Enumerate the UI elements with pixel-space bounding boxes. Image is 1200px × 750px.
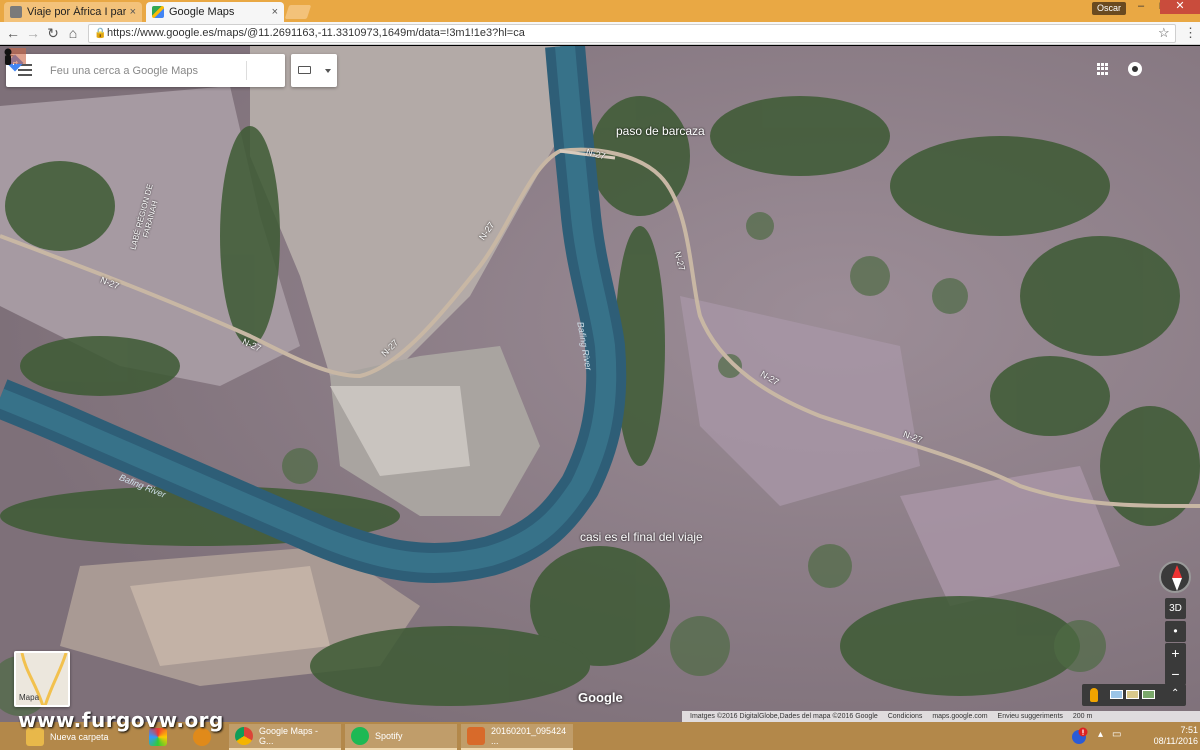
chrome-menu-icon[interactable]: ⋮ xyxy=(1184,25,1197,41)
bookmark-star-icon[interactable]: ☆ xyxy=(1158,25,1170,41)
chevron-down-icon xyxy=(325,69,331,73)
photo-icon xyxy=(10,6,22,18)
close-tab-icon[interactable]: × xyxy=(272,6,278,18)
tab-title: Viaje por África I parte y xyxy=(27,6,126,18)
site-link[interactable]: maps.google.com xyxy=(932,713,987,720)
minimize-button[interactable]: – xyxy=(1130,0,1152,14)
back-button[interactable]: ← xyxy=(5,25,21,41)
taskbar-item-chrome[interactable]: Google Maps - G... xyxy=(229,724,341,750)
address-bar[interactable]: 🔒 https://www.google.es/maps/@11.2691163… xyxy=(88,24,1176,43)
close-window-button[interactable]: ✕ xyxy=(1160,0,1200,14)
tray-chevron-icon[interactable]: ▴ xyxy=(1098,729,1103,740)
zoom-out-button[interactable]: − xyxy=(1165,664,1186,685)
search-divider xyxy=(246,61,247,80)
system-clock[interactable]: 7:51 08/11/2016 xyxy=(1128,725,1198,747)
my-location-icon[interactable]: • xyxy=(1165,621,1186,642)
clock-date: 08/11/2016 xyxy=(1153,736,1198,746)
image-icon xyxy=(467,727,485,745)
annotation-end: casi es el final del viaje xyxy=(580,530,703,544)
tab-viaje-africa[interactable]: Viaje por África I parte y × xyxy=(4,2,142,22)
tab-title: Google Maps xyxy=(169,6,235,18)
notifications-icon[interactable] xyxy=(1128,62,1142,76)
taskbar-item-label: Spotify xyxy=(375,731,403,741)
compass-icon[interactable] xyxy=(1159,561,1191,593)
taskbar-item-label: 20160201_095424 ... xyxy=(491,726,567,746)
watermark: www.furgovw.org xyxy=(18,708,224,732)
lock-icon: 🔒 xyxy=(94,28,107,39)
screen: Viaje por África I parte y × Google Maps… xyxy=(0,0,1200,750)
new-tab-button[interactable] xyxy=(284,5,312,19)
feedback-link[interactable]: Envieu suggeriments xyxy=(998,713,1063,720)
url-text: https://www.google.es/maps/@11.2691163,-… xyxy=(107,27,525,39)
zoom-in-button[interactable]: + xyxy=(1165,643,1186,664)
security-alert-icon[interactable] xyxy=(1070,727,1088,745)
map-type-toggle[interactable]: Mapa xyxy=(14,651,70,707)
search-input[interactable] xyxy=(50,61,215,80)
windows-taskbar: Nueva carpeta Google Maps - G... Spotify… xyxy=(0,708,1200,750)
keyboard-icon xyxy=(298,66,311,74)
avatar[interactable] xyxy=(0,46,26,66)
scale-label: 200 m xyxy=(1072,713,1093,720)
annotation-ferry: paso de barcaza xyxy=(616,124,705,138)
expand-icon[interactable]: ⌃ xyxy=(1171,688,1179,699)
layers-bar: ⌃ xyxy=(1082,684,1186,706)
minimap-label: Mapa xyxy=(19,693,40,702)
satellite-imagery xyxy=(0,46,1200,722)
taskbar-item-image[interactable]: 20160201_095424 ... xyxy=(461,724,573,750)
clock-time: 7:51 xyxy=(1180,725,1198,735)
forward-button[interactable]: → xyxy=(25,25,41,41)
taskbar-item-label: Nueva carpeta xyxy=(50,732,109,742)
layer-thumbnail[interactable] xyxy=(1142,690,1155,699)
apps-grid-icon[interactable] xyxy=(1097,63,1109,75)
terms-link[interactable]: Condicions xyxy=(888,713,923,720)
layer-thumbnail[interactable] xyxy=(1126,690,1139,699)
google-logo: Google xyxy=(578,690,623,705)
input-tools-button[interactable] xyxy=(291,54,337,87)
browser-toolbar: ← → ↻ ⌂ 🔒 https://www.google.es/maps/@11… xyxy=(0,22,1200,45)
taskbar-item-label: Google Maps - G... xyxy=(259,726,319,746)
3d-toggle-button[interactable]: 3D xyxy=(1165,598,1186,619)
map-footer: Imatges ©2016 DigitalGlobe,Dades del map… xyxy=(682,711,1200,722)
home-button[interactable]: ⌂ xyxy=(65,25,81,41)
search-box xyxy=(6,54,285,87)
network-icon[interactable]: ▭ xyxy=(1112,729,1121,740)
reload-button[interactable]: ↻ xyxy=(45,25,61,41)
profile-button[interactable]: Oscar xyxy=(1092,2,1126,15)
maps-icon xyxy=(152,6,164,18)
satellite-map[interactable]: paso de barcaza casi es el final del via… xyxy=(0,46,1200,722)
layer-thumbnail[interactable] xyxy=(1110,690,1123,699)
zoom-controls: + − xyxy=(1165,643,1186,685)
pegman-icon[interactable] xyxy=(1090,688,1098,702)
imagery-credit: Imatges ©2016 DigitalGlobe,Dades del map… xyxy=(690,713,878,720)
taskbar-item-spotify[interactable]: Spotify xyxy=(345,724,457,750)
browser-tab-strip: Viaje por África I parte y × Google Maps… xyxy=(0,0,1200,22)
spotify-icon xyxy=(351,727,369,745)
close-tab-icon[interactable]: × xyxy=(130,6,136,18)
chrome-icon xyxy=(235,727,253,745)
tab-google-maps[interactable]: Google Maps × xyxy=(146,2,284,22)
